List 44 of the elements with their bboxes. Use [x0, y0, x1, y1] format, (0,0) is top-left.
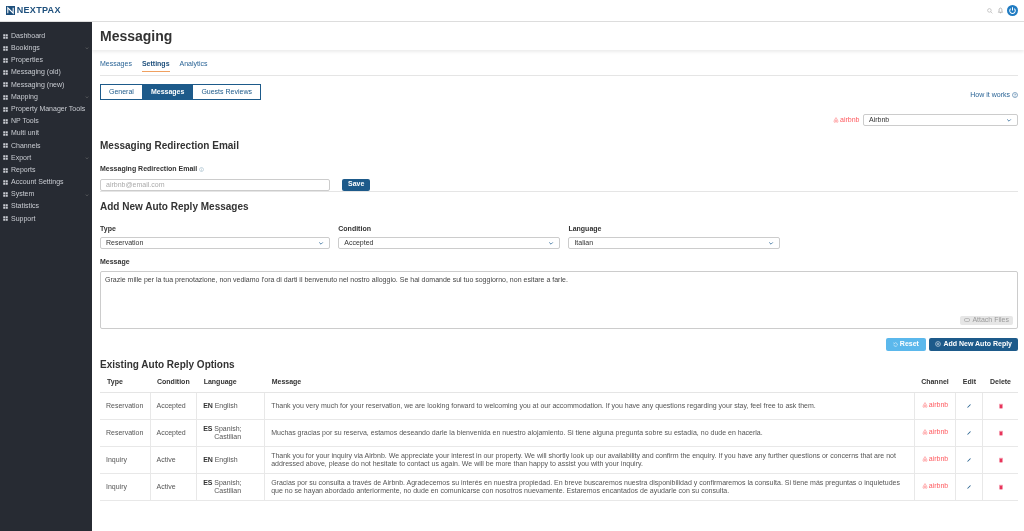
menu-item-icon	[3, 57, 8, 63]
menu-item-icon	[3, 143, 8, 149]
chevron-down-icon	[1006, 117, 1012, 123]
plus-circle-icon	[935, 341, 942, 347]
menu-item-icon	[3, 179, 8, 185]
reset-icon	[892, 341, 898, 347]
trash-icon[interactable]	[997, 430, 1004, 437]
trash-icon[interactable]	[997, 484, 1004, 491]
trash-icon[interactable]	[997, 403, 1004, 410]
section-heading: Existing Auto Reply Options	[100, 358, 236, 371]
logo-icon	[6, 6, 15, 15]
menu-item-icon	[3, 33, 8, 39]
info-icon	[199, 166, 204, 172]
menu-item-icon	[3, 70, 8, 76]
page-title: Messaging	[100, 27, 173, 45]
menu-item-icon	[3, 155, 8, 161]
power-icon[interactable]	[1007, 5, 1018, 16]
trash-icon[interactable]	[997, 457, 1004, 464]
airbnb-icon	[921, 483, 928, 490]
pencil-icon[interactable]	[966, 430, 973, 437]
airbnb-icon	[921, 456, 928, 463]
chevron-down-icon	[318, 240, 325, 246]
pencil-icon[interactable]	[966, 457, 973, 464]
menu-item-icon	[3, 45, 8, 51]
chevron-down-icon	[548, 240, 555, 246]
menu-item-icon	[3, 94, 8, 100]
menu-item-icon	[3, 216, 8, 222]
airbnb-icon	[921, 402, 928, 409]
menu-item-icon	[3, 192, 8, 198]
section-heading: Add New Auto Reply Messages	[100, 200, 250, 213]
menu-item-icon	[3, 82, 8, 88]
pencil-icon[interactable]	[966, 403, 973, 410]
menu-item-icon	[3, 131, 8, 137]
menu-item-icon	[3, 118, 8, 124]
help-icon	[1012, 91, 1018, 98]
pencil-icon[interactable]	[966, 484, 973, 491]
airbnb-icon	[921, 429, 928, 436]
menu-item-icon	[3, 204, 8, 210]
menu-item-icon	[3, 167, 8, 173]
chevron-down-icon	[768, 240, 774, 246]
menu-item-icon	[3, 106, 8, 112]
airbnb-icon	[833, 117, 840, 123]
section-heading: Messaging Redirection Email	[100, 140, 240, 152]
logo-text: NEXTPAX	[16, 3, 61, 17]
